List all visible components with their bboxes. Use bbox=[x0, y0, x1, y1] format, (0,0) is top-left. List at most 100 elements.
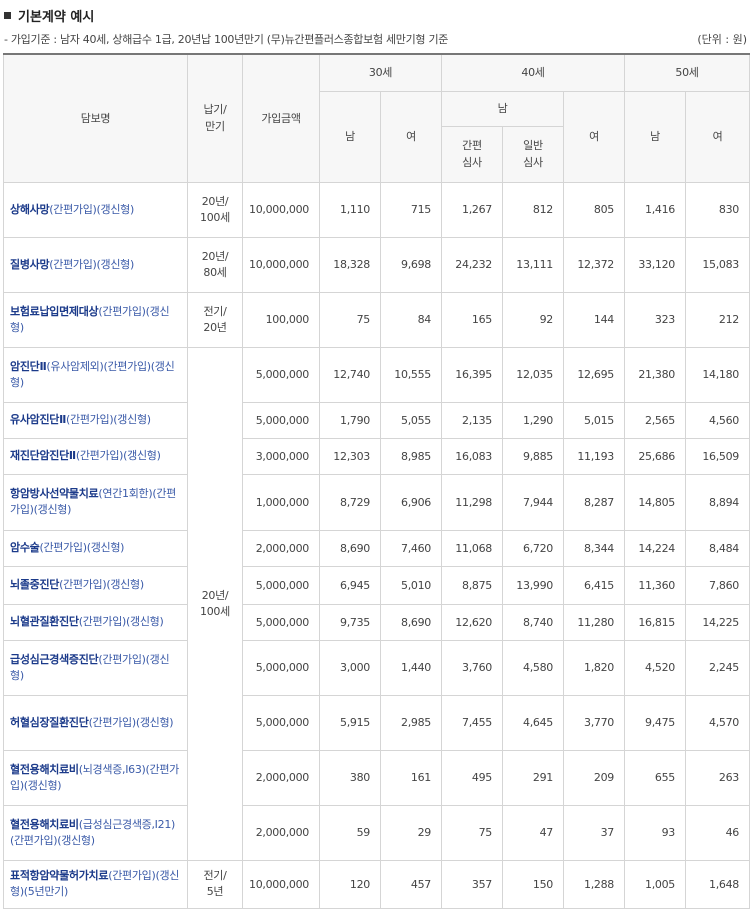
premium-cell: 16,395 bbox=[441, 346, 503, 403]
amount-cell: 10,000,000 bbox=[242, 236, 320, 293]
header-40-simple: 간편 심사 bbox=[441, 125, 503, 183]
header-age-50: 50세 bbox=[624, 53, 751, 92]
coverage-qualifier: (간편가입)(갱신형) bbox=[66, 413, 151, 426]
table-row: 뇌졸중진단(간편가입)(갱신형) 5,000,000 6,945 5,010 8,875… bbox=[3, 565, 751, 605]
premium-cell: 47 bbox=[502, 804, 564, 861]
premium-cell: 12,035 bbox=[502, 346, 564, 403]
coverage-title: 항암방사선약물치료 bbox=[10, 487, 99, 500]
premium-cell: 12,620 bbox=[441, 603, 503, 641]
table-row: 혈전용해치료비(뇌경색증,I63)(간편가입)(갱신형) 2,000,000 380… bbox=[3, 749, 751, 806]
premium-cell: 11,298 bbox=[441, 473, 503, 531]
coverage-qualifier: (간편가입)(갱신형) bbox=[59, 578, 144, 591]
table-row: 상해사망(간편가입)(갱신형) 20년/ 100세 10,000,000 1,110 7… bbox=[3, 181, 751, 238]
coverage-name: 암수술(간편가입)(갱신형) bbox=[3, 529, 188, 567]
header-30-male: 남 bbox=[319, 90, 381, 183]
premium-cell: 12,372 bbox=[562, 236, 626, 293]
coverage-qualifier: (간편가입)(갱신형) bbox=[39, 541, 125, 554]
coverage-title: 허혈심장질환진단 bbox=[10, 715, 89, 729]
table-row: 표적항암약물허가치료(간편가입)(갱신형)(5년만기) 전기/ 5년 10,000,… bbox=[3, 859, 751, 909]
premium-cell: 323 bbox=[624, 291, 687, 348]
coverage-name: 혈전용해치료비(급성심근경색증,I21)(간편가입)(갱신형) bbox=[3, 804, 188, 861]
premium-cell: 830 bbox=[685, 181, 751, 238]
coverage-qualifier: (간편가입)(갱신형) bbox=[49, 202, 134, 216]
coverage-qualifier: (간편가입)(갱신형) bbox=[49, 257, 134, 271]
premium-cell: 92 bbox=[502, 291, 564, 348]
premium-cell: 13,111 bbox=[502, 236, 564, 293]
premium-cell: 1,820 bbox=[562, 639, 626, 696]
square-bullet-icon bbox=[4, 11, 11, 19]
premium-cell: 212 bbox=[685, 291, 751, 348]
premium-cell: 14,805 bbox=[624, 473, 687, 531]
premium-cell: 495 bbox=[441, 749, 503, 806]
premium-cell: 25,686 bbox=[624, 437, 687, 475]
premium-cell: 8,985 bbox=[380, 437, 442, 475]
premium-cell: 16,083 bbox=[441, 437, 503, 475]
premium-cell: 18,328 bbox=[319, 236, 381, 293]
premium-cell: 33,120 bbox=[624, 236, 687, 293]
premium-cell: 14,225 bbox=[685, 603, 751, 641]
coverage-qualifier: (간편가입)(갱신형) bbox=[75, 449, 161, 462]
premium-cell: 75 bbox=[441, 804, 503, 861]
premium-cell: 6,945 bbox=[319, 565, 381, 605]
term-cell: 20년/ 100세 bbox=[187, 181, 243, 238]
coverage-title: 보험료납입면제대상 bbox=[10, 304, 99, 318]
premium-cell: 3,760 bbox=[441, 639, 503, 696]
header-40-female: 여 bbox=[562, 90, 626, 183]
premium-cell: 8,740 bbox=[502, 603, 564, 641]
coverage-title: 표적항암약물허가치료 bbox=[10, 869, 109, 882]
premium-cell: 457 bbox=[380, 859, 442, 909]
premium-cell: 715 bbox=[380, 181, 442, 238]
premium-cell: 812 bbox=[502, 181, 564, 238]
coverage-title: 혈전용해치료비 bbox=[10, 817, 79, 831]
premium-cell: 263 bbox=[685, 749, 751, 806]
premium-cell: 9,475 bbox=[624, 694, 687, 751]
premium-cell: 4,570 bbox=[685, 694, 751, 751]
premium-cell: 93 bbox=[624, 804, 687, 861]
term-cell: 전기/ 5년 bbox=[187, 859, 243, 909]
amount-cell: 5,000,000 bbox=[242, 401, 320, 439]
premium-cell: 291 bbox=[502, 749, 564, 806]
table-row: 혈전용해치료비(급성심근경색증,I21)(간편가입)(갱신형) 2,000,000… bbox=[3, 804, 751, 861]
coverage-name: 허혈심장질환진단(간편가입)(갱신형) bbox=[3, 694, 188, 751]
premium-cell: 2,985 bbox=[380, 694, 442, 751]
amount-cell: 5,000,000 bbox=[242, 694, 320, 751]
coverage-title: 암진단Ⅱ bbox=[10, 359, 47, 373]
premium-cell: 75 bbox=[319, 291, 381, 348]
premium-cell: 8,729 bbox=[319, 473, 381, 531]
premium-cell: 11,360 bbox=[624, 565, 687, 605]
coverage-name: 뇌졸중진단(간편가입)(갱신형) bbox=[3, 565, 188, 605]
premium-cell: 16,815 bbox=[624, 603, 687, 641]
premium-cell: 8,894 bbox=[685, 473, 751, 531]
premium-cell: 161 bbox=[380, 749, 442, 806]
premium-cell: 4,645 bbox=[502, 694, 564, 751]
premium-cell: 6,720 bbox=[502, 529, 564, 567]
premium-cell: 1,790 bbox=[319, 401, 381, 439]
term-cell: 20년/ 80세 bbox=[187, 236, 243, 293]
premium-cell: 21,380 bbox=[624, 346, 687, 403]
coverage-name: 보험료납입면제대상(간편가입)(갱신형) bbox=[3, 291, 188, 348]
coverage-title: 혈전용해치료비 bbox=[10, 762, 79, 776]
premium-cell: 12,740 bbox=[319, 346, 381, 403]
coverage-title: 뇌졸중진단 bbox=[10, 578, 60, 591]
header-age-30: 30세 bbox=[319, 53, 442, 92]
coverage-name: 암진단Ⅱ(유사암제외)(간편가입)(갱신형) bbox=[3, 346, 188, 403]
premium-cell: 9,885 bbox=[502, 437, 564, 475]
header-age-40: 40세 bbox=[440, 53, 626, 92]
premium-cell: 9,735 bbox=[319, 603, 381, 641]
amount-cell: 10,000,000 bbox=[242, 181, 320, 238]
coverage-title: 급성심근경색증진단 bbox=[10, 652, 99, 666]
premium-cell: 1,267 bbox=[441, 181, 503, 238]
header-name: 담보명 bbox=[3, 53, 188, 183]
premium-cell: 46 bbox=[685, 804, 751, 861]
amount-cell: 2,000,000 bbox=[242, 749, 320, 806]
premium-cell: 805 bbox=[562, 181, 626, 238]
premium-cell: 165 bbox=[441, 291, 503, 348]
premium-cell: 29 bbox=[380, 804, 442, 861]
premium-cell: 13,990 bbox=[502, 565, 564, 605]
premium-cell: 4,580 bbox=[502, 639, 564, 696]
premium-cell: 1,416 bbox=[624, 181, 687, 238]
table-row: 보험료납입면제대상(간편가입)(갱신형) 전기/ 20년 100,000 75 84 16… bbox=[3, 291, 751, 348]
table-row: 재진단암진단Ⅱ(간편가입)(갱신형) 3,000,000 12,303 8,985 16… bbox=[3, 437, 751, 475]
premium-cell: 1,290 bbox=[502, 401, 564, 439]
premium-cell: 1,648 bbox=[685, 859, 751, 909]
